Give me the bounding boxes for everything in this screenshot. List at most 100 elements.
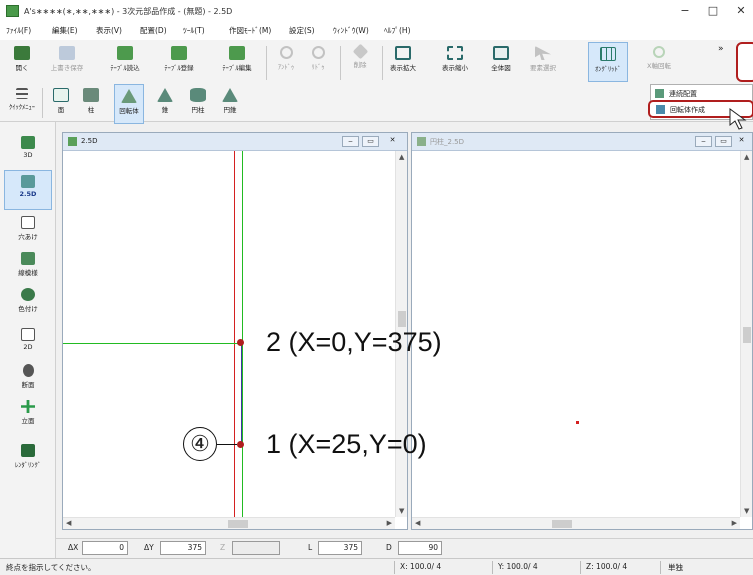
horizontal-scrollbar[interactable]: ◀ ▶ xyxy=(63,517,395,529)
toolbar-separator xyxy=(382,46,383,80)
scroll-thumb[interactable] xyxy=(552,520,572,528)
select-element-button[interactable]: 要素選択 xyxy=(526,42,560,82)
scroll-thumb[interactable] xyxy=(743,327,751,343)
l-label: L xyxy=(308,543,313,552)
open-button[interactable]: 開く xyxy=(8,42,36,82)
step-leader-line xyxy=(217,444,237,445)
menu-draw-mode[interactable]: 作図ﾓｰﾄﾞ(M) xyxy=(229,25,271,36)
view-cylinder-titlebar: 円柱_2.5D ‒ ▭ ✕ xyxy=(412,133,752,151)
mode-2-5d[interactable]: 2.5D xyxy=(4,170,52,210)
toolbar-overflow-button[interactable]: » xyxy=(718,44,724,54)
title-bar: A's∗∗∗∗(∗,∗∗,∗∗∗) - 3次元部品作成 - (無題) - 2.5… xyxy=(0,0,753,22)
z-label: Z xyxy=(220,543,226,552)
zoom-out-button[interactable]: 表示縮小 xyxy=(438,42,472,82)
direction-field[interactable]: 90 xyxy=(398,541,442,555)
revolve-button[interactable]: 回転体 xyxy=(114,84,144,124)
point-1-marker xyxy=(237,441,244,448)
scroll-thumb[interactable] xyxy=(228,520,248,528)
zoom-in-button[interactable]: 表示拡大 xyxy=(386,42,420,82)
on-grid-toggle[interactable]: ｵﾝｸﾞﾘｯﾄﾞ xyxy=(588,42,628,82)
table-load-button[interactable]: ﾃｰﾌﾞﾙ読込 xyxy=(106,42,144,82)
sheet-2d-icon xyxy=(21,328,35,341)
table-register-button[interactable]: ﾃｰﾌﾞﾙ登録 xyxy=(160,42,198,82)
menu-view[interactable]: 表示(V) xyxy=(96,25,122,36)
length-field[interactable]: 375 xyxy=(318,541,362,555)
overwrite-save-button[interactable]: 上書き保存 xyxy=(50,42,84,82)
scroll-thumb[interactable] xyxy=(398,311,406,327)
face-icon xyxy=(53,88,69,102)
view-restore-button[interactable]: ▭ xyxy=(715,136,732,147)
menu-place[interactable]: 配置(D) xyxy=(140,25,167,36)
mode-2d[interactable]: 2D xyxy=(4,324,52,364)
view-close-button[interactable]: ✕ xyxy=(733,136,750,147)
redo-icon xyxy=(311,46,325,59)
quick-menu-button[interactable]: ｸｲｯｸﾒﾆｭｰ xyxy=(4,84,40,124)
mode-3d[interactable]: 3D xyxy=(4,132,52,172)
dy-field[interactable]: 375 xyxy=(160,541,206,555)
rotate-icon xyxy=(653,46,665,58)
view-minimize-button[interactable]: ‒ xyxy=(695,136,712,147)
table-load-icon xyxy=(117,46,133,60)
z-field[interactable] xyxy=(232,541,280,555)
dx-field[interactable]: 0 xyxy=(82,541,128,555)
cylinder-button[interactable]: 円柱 xyxy=(186,84,210,124)
step-number-badge: ④ xyxy=(183,427,217,461)
mode-section[interactable]: 断面 xyxy=(4,360,52,400)
green-guide-vertical xyxy=(242,151,243,517)
table-edit-button[interactable]: ﾃｰﾌﾞﾙ編集 xyxy=(218,42,256,82)
dy-label: ΔY xyxy=(144,543,154,552)
pillar-button[interactable]: 柱 xyxy=(80,84,102,124)
x-axis-rotate-button[interactable]: X軸回転 xyxy=(642,42,676,82)
cone-button[interactable]: 錐 xyxy=(154,84,176,124)
toolbar-separator xyxy=(266,46,267,80)
eraser-icon xyxy=(352,43,368,60)
menu-window[interactable]: ｳｨﾝﾄﾞｳ(W) xyxy=(333,25,369,36)
continuous-place-item[interactable]: 連続配置 xyxy=(655,88,751,100)
revolve-create-icon xyxy=(656,105,665,114)
view-cylinder-title: 円柱_2.5D xyxy=(430,138,465,146)
menu-file[interactable]: ﾌｧｲﾙ(F) xyxy=(6,25,31,36)
view-2-5d-titlebar: 2.5D ‒ ▭ ✕ xyxy=(63,133,407,151)
minimize-button[interactable]: − xyxy=(677,3,693,19)
undo-icon xyxy=(279,46,293,59)
d-label: D xyxy=(386,543,392,552)
redo-button[interactable]: ﾘﾄﾞｩ xyxy=(304,42,332,82)
view-cylinder-window: 円柱_2.5D ‒ ▭ ✕ ▲ ▼ ◀ ▶ xyxy=(411,132,753,530)
dx-label: ΔX xyxy=(68,543,79,552)
view-close-button[interactable]: ✕ xyxy=(384,136,401,147)
menu-edit[interactable]: 編集(E) xyxy=(52,25,78,36)
view-minimize-button[interactable]: ‒ xyxy=(342,136,359,147)
origin-marker xyxy=(576,421,579,424)
section-icon xyxy=(22,364,34,377)
cone-icon xyxy=(157,88,173,102)
mode-line-pattern[interactable]: 線模様 xyxy=(4,248,52,288)
maximize-button[interactable]: □ xyxy=(705,3,721,19)
mouse-cursor-icon xyxy=(729,108,747,130)
mode-elevation[interactable]: 立面 xyxy=(4,396,52,436)
layer-2-5d-icon xyxy=(21,175,35,188)
undo-button[interactable]: ｱﾝﾄﾞｩ xyxy=(272,42,300,82)
delete-button[interactable]: 削除 xyxy=(346,42,374,82)
menu-tool[interactable]: ﾂｰﾙ(T) xyxy=(183,25,205,36)
face-button[interactable]: 面 xyxy=(50,84,72,124)
zoom-out-icon xyxy=(447,46,463,60)
zoom-in-icon xyxy=(395,46,411,60)
vertical-scrollbar[interactable]: ▲ ▼ xyxy=(740,151,752,517)
cube-3d-icon xyxy=(21,136,35,149)
menu-help[interactable]: ﾍﾙﾌﾟ(H) xyxy=(384,25,411,36)
point-2-marker xyxy=(237,339,244,346)
view-restore-button[interactable]: ▭ xyxy=(362,136,379,147)
save-icon xyxy=(59,46,75,60)
fit-all-button[interactable]: 全体図 xyxy=(486,42,516,82)
mode-coloring[interactable]: 色付け xyxy=(4,284,52,324)
close-button[interactable]: ✕ xyxy=(733,3,749,19)
menu-settings[interactable]: 設定(S) xyxy=(289,25,315,36)
revolve-icon xyxy=(121,89,137,103)
line-pattern-icon xyxy=(21,252,35,265)
coordinate-bar: ΔX 0 ΔY 375 Z L 375 D 90 xyxy=(56,538,753,558)
circular-cone-button[interactable]: 円錐 xyxy=(218,84,242,124)
mode-rendering[interactable]: ﾚﾝﾀﾞﾘﾝｸﾞ xyxy=(4,440,52,480)
hamburger-icon xyxy=(16,88,28,99)
horizontal-scrollbar[interactable]: ◀ ▶ xyxy=(412,517,740,529)
mode-drill[interactable]: 穴あけ xyxy=(4,212,52,252)
